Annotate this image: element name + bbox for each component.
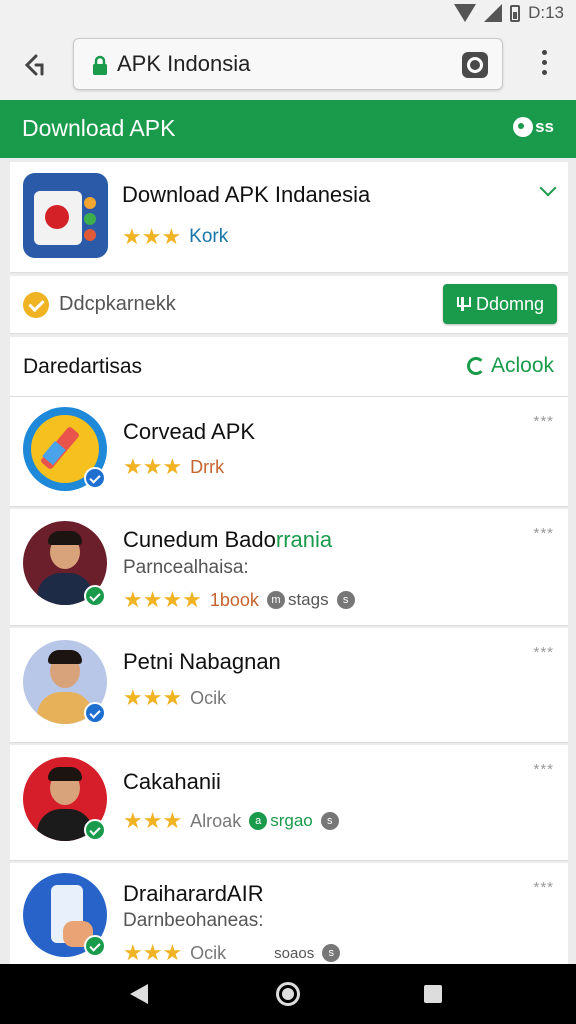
nav-recents-icon[interactable] <box>424 985 442 1003</box>
url-field[interactable]: APK Indonsia <box>73 38 503 90</box>
featured-app-title: Download APK Indanesia <box>122 182 371 207</box>
star-rating-icon: ★★★ <box>123 808 183 833</box>
app-rating: ★★★ Drrk <box>123 454 224 480</box>
tag-icon: m <box>266 591 285 609</box>
verified-badge-icon <box>84 935 106 957</box>
system-nav-bar <box>0 964 576 1024</box>
list-item[interactable]: Corvead APK ★★★ Drrk *** <box>10 397 568 507</box>
star-rating-icon: ★★★ <box>123 685 183 710</box>
app-rating: ★★★ Ocik <box>123 685 226 711</box>
item-meta: *** <box>533 879 554 896</box>
rating-text: Ocik <box>190 942 227 963</box>
star-rating-icon: ★★★ <box>122 224 182 249</box>
app-title: DraiharardAIR <box>123 881 264 906</box>
info-icon[interactable]: s <box>336 591 355 609</box>
list-item[interactable]: Petni Nabagnan ★★★ Ocik *** <box>10 628 568 743</box>
rating-text: Ocik <box>190 687 227 708</box>
section-header: Daredartisas Aclook <box>10 337 568 397</box>
item-meta: *** <box>533 761 554 778</box>
download-button-label: Ddomng <box>475 293 545 314</box>
overflow-menu-icon[interactable] <box>532 50 556 80</box>
star-rating-icon: ★★★ <box>123 940 183 965</box>
tag-icon: a <box>249 812 268 830</box>
app-bar-action-button[interactable]: ss <box>513 117 554 137</box>
star-rating-icon: ★★★ <box>123 454 183 479</box>
browser-toolbar: APK Indonsia <box>0 28 576 100</box>
download-icon <box>456 297 471 311</box>
rating-text: Drrk <box>190 456 225 477</box>
verified-badge-icon <box>84 819 106 841</box>
back-arrow-icon <box>24 54 44 76</box>
list-item[interactable]: DraiharardAIR Darnbeohaneas: ★★★ Ocik so… <box>10 863 568 966</box>
wifi-icon <box>454 4 477 22</box>
app-subtitle: Parncealhaisa: <box>123 557 249 578</box>
app-title-accent: rrania <box>275 527 333 552</box>
list-item[interactable]: Cakahanii ★★★ Alroak a srgao s *** <box>10 745 568 861</box>
app-rating: ★★★★ 1book m stags s <box>123 587 355 613</box>
back-button[interactable] <box>16 48 50 82</box>
app-title: Petni Nabagnan <box>123 649 281 674</box>
app-title: Cakahanii <box>123 769 221 794</box>
nav-home-icon[interactable] <box>276 982 300 1006</box>
star-rating-icon: ★★★★ <box>123 587 202 612</box>
chevron-down-icon[interactable] <box>539 179 557 197</box>
status-bar: D:13 <box>0 0 576 28</box>
item-meta: *** <box>533 413 554 430</box>
app-title: Cunedum Badorrania <box>123 527 333 552</box>
status-text: Ddcpkarnekk <box>59 293 176 315</box>
tag-chip[interactable]: a srgao <box>249 811 313 831</box>
tag-chip[interactable]: soaos <box>274 945 314 962</box>
nav-back-icon[interactable] <box>130 984 148 1004</box>
verified-badge-icon <box>84 702 106 724</box>
check-circle-icon <box>23 292 49 318</box>
section-title: Daredartisas <box>23 355 143 378</box>
signal-icon <box>484 4 503 22</box>
battery-icon <box>510 4 521 22</box>
app-bar-action-label: ss <box>535 117 554 136</box>
camera-icon[interactable] <box>462 52 488 78</box>
verified-badge-icon <box>84 585 106 607</box>
featured-rating-text: Kork <box>189 226 229 247</box>
app-title: Corvead APK <box>123 419 256 444</box>
tag-chip[interactable]: m stags <box>266 590 329 610</box>
section-refresh-link[interactable]: Aclook <box>466 354 554 378</box>
item-meta: *** <box>533 644 554 661</box>
page-title: Download APK <box>22 115 176 141</box>
rating-text: Alroak <box>190 810 242 831</box>
verified-badge-icon <box>84 467 106 489</box>
chat-bubble-icon <box>513 117 534 137</box>
lock-icon <box>93 55 107 75</box>
item-meta: *** <box>533 525 554 542</box>
featured-app-card[interactable]: Download APK Indanesia ★★★ Kork <box>10 162 568 273</box>
app-rating: ★★★ Alroak a srgao s <box>123 808 339 834</box>
refresh-icon <box>466 357 485 375</box>
featured-app-icon <box>23 173 108 258</box>
app-subtitle: Darnbeohaneas: <box>123 910 264 931</box>
featured-app-rating: ★★★ Kork <box>122 224 228 250</box>
info-icon[interactable]: s <box>320 812 339 830</box>
status-icons: D:13 <box>454 3 564 23</box>
download-button[interactable]: Ddomng <box>443 284 557 324</box>
download-status-row: Ddcpkarnekk Ddomng <box>10 276 568 334</box>
url-text: APK Indonsia <box>117 51 251 76</box>
list-item[interactable]: Cunedum Badorrania Parncealhaisa: ★★★★ 1… <box>10 509 568 626</box>
info-icon[interactable]: s <box>322 944 341 962</box>
rating-text: 1book <box>209 589 259 610</box>
app-bar: Download APK ss <box>0 100 576 158</box>
app-rating: ★★★ Ocik soaos s <box>123 940 341 966</box>
status-time: D:13 <box>528 3 564 22</box>
section-link-label: Aclook <box>490 354 554 377</box>
